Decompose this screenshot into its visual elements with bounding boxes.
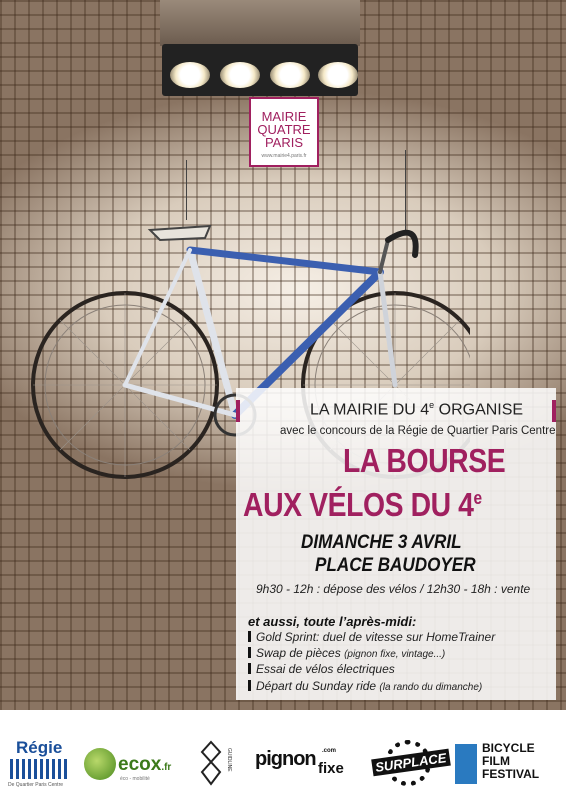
event-title-line-1: LA BOURSE — [343, 442, 506, 479]
organizer-line: LA MAIRIE DU 4e ORGANISE — [310, 400, 524, 419]
list-item: Départ du Sunday ride (la rando du diman… — [248, 679, 482, 693]
logo-line-3: PARIS — [264, 135, 304, 150]
list-item: Swap de pièces (pignon fixe, vintage...) — [248, 646, 445, 660]
bike-frame — [122, 224, 419, 419]
mairie-logo: MAIRIE QUATRE PARIS www.mairie4.paris.fr — [249, 97, 319, 167]
regie-graphic — [10, 759, 68, 779]
event-place: PLACE BAUDOYER — [315, 555, 476, 576]
list-item: Essai de vélos électriques — [248, 662, 395, 676]
lamp-bulb — [270, 62, 310, 88]
regie-logo: Régie — [16, 738, 63, 757]
ecox-leaf-icon — [84, 748, 116, 780]
event-hours: 9h30 - 12h : dépose des vélos / 12h30 - … — [256, 582, 531, 596]
bff-film-icon — [455, 744, 477, 784]
sponsor-strip: Régie De Quartier Paris Centre ecox.fr é… — [0, 710, 566, 800]
list-item: Gold Sprint: duel de vitesse sur HomeTra… — [248, 630, 495, 644]
guidline-logo-icon — [200, 740, 222, 786]
pignon-fixe: fixe — [318, 760, 344, 777]
ecox-logo: ecox.fr — [118, 754, 172, 775]
event-date: DIMANCHE 3 AVRIL — [301, 532, 462, 553]
accent-bar — [236, 400, 240, 422]
regie-subtitle: De Quartier Paris Centre — [8, 782, 64, 788]
lamp-rail — [160, 0, 360, 46]
lamp-bulb — [220, 62, 260, 88]
ecox-subtitle: éco - mobilité — [120, 776, 150, 782]
guidline-text: GUIDLINE — [226, 748, 232, 772]
also-heading: et aussi, toute l’après-midi: — [248, 614, 417, 629]
bff-logo: BICYCLE FILM FESTIVAL — [482, 741, 540, 781]
pignon-com: .com — [322, 748, 337, 754]
accent-bar — [552, 400, 556, 422]
logo-url: www.mairie4.paris.fr — [261, 153, 307, 159]
pignon-logo: pignon — [255, 748, 317, 770]
lamp-bulb — [318, 62, 358, 88]
poster: MAIRIE QUATRE PARIS www.mairie4.paris.fr — [0, 0, 566, 800]
lamp-bulb — [170, 62, 210, 88]
event-title-line-2: AUX VÉLOS DU 4e — [243, 486, 482, 523]
contest-line: avec le concours de la Régie de Quartier… — [280, 425, 556, 437]
